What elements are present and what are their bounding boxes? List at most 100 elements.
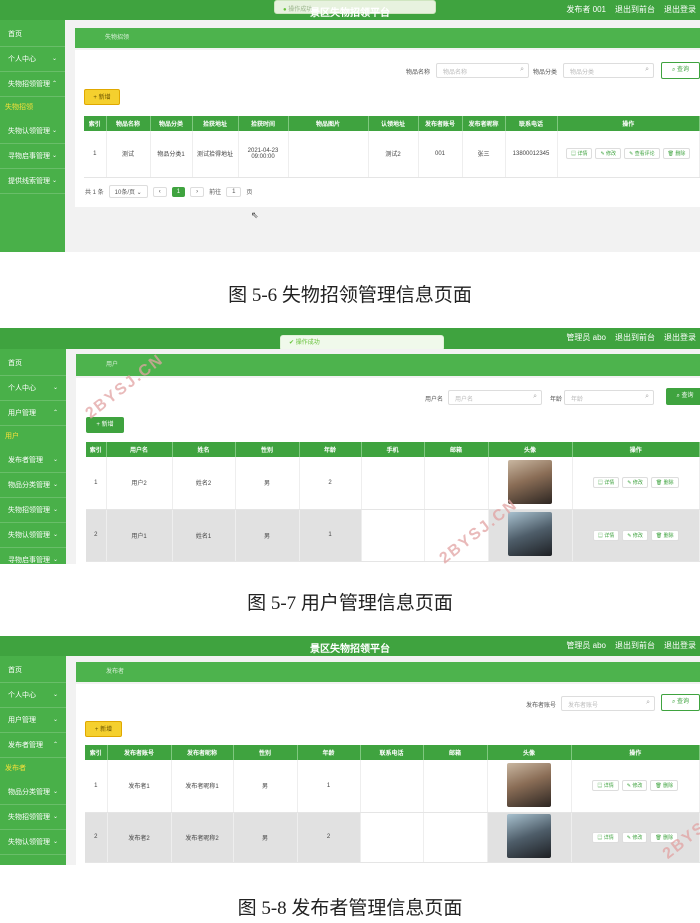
sidebar-item-home[interactable]: 首页 bbox=[0, 22, 65, 47]
avatar bbox=[508, 459, 552, 504]
delete-button[interactable]: 🗑 删除 bbox=[650, 477, 679, 489]
admin-name: 管理员 abo bbox=[566, 333, 606, 342]
check-circle-icon: ✔ bbox=[289, 340, 295, 346]
col-claim-address: 认领地址 bbox=[368, 116, 419, 131]
detail-button[interactable]: ▤ 详情 bbox=[592, 529, 620, 541]
logout-link[interactable]: 退出登录 bbox=[664, 4, 696, 15]
chevron-down-icon: ⌄ bbox=[52, 839, 58, 845]
delete-button[interactable]: 🗑 删除 bbox=[650, 529, 679, 541]
detail-button[interactable]: ▤ 详情 bbox=[592, 477, 620, 489]
item-name-input[interactable]: 物品名称 ⌕ bbox=[436, 63, 529, 78]
sidebar-item-lost-found[interactable]: 失物招领管理 ⌄ bbox=[0, 805, 66, 830]
sidebar-item-claim[interactable]: 失物认领管理 ⌄ bbox=[0, 119, 65, 144]
sidebar-item-lost-found[interactable]: 失物招领管理 ⌄ bbox=[0, 498, 66, 523]
publisher-account-input[interactable]: 发布者账号 ⌕ bbox=[561, 696, 655, 711]
prev-page-button[interactable]: ‹ bbox=[152, 186, 167, 197]
page-size-select[interactable]: 10条/页 ⌄ bbox=[108, 185, 148, 198]
next-page-button[interactable]: › bbox=[190, 186, 205, 197]
query-button[interactable]: ⌕ 查询 bbox=[666, 388, 700, 405]
cell-publisher-account: 001 bbox=[418, 131, 463, 178]
exit-to-front-link[interactable]: 退出到前台 bbox=[615, 640, 655, 651]
sidebar-item-profile[interactable]: 个人中心 ⌄ bbox=[0, 47, 65, 72]
logout-link[interactable]: 退出登录 bbox=[664, 332, 696, 343]
col-publisher-nickname: 发布者昵称 bbox=[462, 116, 506, 131]
sidebar-item-publishers[interactable]: 发布者管理 ⌄ bbox=[0, 448, 66, 473]
exit-to-front-link[interactable]: 退出到前台 bbox=[615, 4, 655, 15]
delete-button[interactable]: 🗑 删除 bbox=[662, 148, 691, 160]
col-sex: 性别 bbox=[235, 442, 300, 457]
goto-page-input[interactable]: 1 bbox=[226, 186, 242, 197]
main-area: 失物招领 物品名称 物品名称 ⌕ 物品分类 物品分类 ⌕ ⌕ 查询 + 新增 索引物… bbox=[65, 20, 700, 252]
delete-button[interactable]: 🗑 删除 bbox=[650, 780, 679, 792]
caption-fig-5-6: 图 5-6 失物招领管理信息页面 bbox=[228, 285, 472, 306]
edit-button[interactable]: ✎ 修改 bbox=[595, 148, 622, 160]
current-page-button[interactable]: 1 bbox=[171, 186, 186, 197]
detail-button[interactable]: ▤ 详情 bbox=[566, 148, 593, 160]
col-email: 邮箱 bbox=[424, 442, 489, 457]
sidebar-item-home[interactable]: 首页 bbox=[0, 658, 66, 683]
sidebar-item-categories[interactable]: 物品分类管理 ⌄ bbox=[0, 473, 66, 498]
logout-link[interactable]: 退出登录 bbox=[664, 640, 696, 651]
edit-button[interactable]: ✎ 修改 bbox=[621, 780, 648, 792]
sidebar-item-profile[interactable]: 个人中心 ⌄ bbox=[0, 376, 66, 401]
sidebar-item-claim[interactable]: 失物认领管理 ⌄ bbox=[0, 523, 66, 548]
cell-claim-address: 测试2 bbox=[368, 131, 419, 178]
col-publisher-nickname: 发布者昵称 bbox=[171, 745, 234, 760]
sidebar-item-profile[interactable]: 个人中心 ⌄ bbox=[0, 683, 66, 708]
page-unit-label: 页 bbox=[246, 190, 253, 196]
detail-button[interactable]: ▤ 详情 bbox=[592, 780, 619, 792]
view-comments-button[interactable]: ✎ 查看评论 bbox=[624, 148, 660, 160]
username-input[interactable]: 用户名 ⌕ bbox=[448, 390, 542, 405]
edit-button[interactable]: ✎ 修改 bbox=[621, 831, 648, 843]
sidebar-item-users[interactable]: 用户管理 ⌃ bbox=[0, 401, 66, 426]
col-phone: 联系电话 bbox=[360, 745, 424, 760]
breadcrumb: 失物招领 bbox=[75, 28, 700, 48]
edit-button[interactable]: ✎ 修改 bbox=[622, 529, 648, 541]
caption-fig-5-8: 图 5-8 发布者管理信息页面 bbox=[237, 898, 463, 919]
user-name: 发布者 001 bbox=[566, 5, 606, 14]
cursor-icon: ⇖ bbox=[251, 210, 259, 220]
add-button[interactable]: + 新增 bbox=[84, 89, 120, 105]
item-category-input[interactable]: 物品分类 ⌕ bbox=[563, 63, 654, 78]
chevron-down-icon: ⌄ bbox=[51, 56, 57, 62]
cell-item-image bbox=[288, 131, 369, 178]
sidebar-subitem-lost-found[interactable]: 失物招领 bbox=[0, 97, 65, 119]
sidebar-item-categories[interactable]: 物品分类管理 ⌄ bbox=[0, 780, 66, 805]
col-phone: 手机 bbox=[361, 442, 425, 457]
table-row: 1 发布者1 发布者昵称1 男 1 ▤ 详情 ✎ 修改 🗑 删除 bbox=[85, 760, 700, 813]
edit-button[interactable]: ✎ 修改 bbox=[622, 477, 648, 489]
detail-button[interactable]: ▤ 详情 bbox=[592, 831, 619, 843]
cell-index: 1 bbox=[84, 131, 107, 178]
sidebar-item-search-notice[interactable]: 寻物启事管理 ⌄ bbox=[0, 548, 66, 564]
exit-to-front-link[interactable]: 退出到前台 bbox=[615, 332, 655, 343]
sidebar-item-clue[interactable]: 提供线索管理 ⌄ bbox=[0, 169, 65, 194]
col-publisher-account: 发布者账号 bbox=[418, 116, 463, 131]
goto-label: 前往 bbox=[209, 190, 222, 196]
age-input[interactable]: 年龄 ⌕ bbox=[564, 390, 654, 405]
sidebar-item-home[interactable]: 首页 bbox=[0, 351, 66, 376]
query-button[interactable]: ⌕ 查询 bbox=[661, 694, 700, 711]
username-label: 用户名 bbox=[425, 397, 444, 403]
chevron-down-icon: ⌄ bbox=[52, 717, 58, 723]
admin-name: 管理员 abo bbox=[566, 641, 606, 650]
sidebar-item-lost-found[interactable]: 失物招领管理 ⌃ bbox=[0, 72, 65, 97]
sidebar-item-claim[interactable]: 失物认领管理 ⌄ bbox=[0, 830, 66, 855]
col-index: 索引 bbox=[86, 442, 107, 457]
chevron-down-icon: ⌄ bbox=[52, 457, 58, 463]
sidebar: 首页 个人中心 ⌄ 用户管理 ⌄ 发布者管理 ⌃ 发布者 物品分类管理 ⌄ 失物招领管理… bbox=[0, 656, 66, 865]
col-item-category: 物品分类 bbox=[150, 116, 193, 131]
chevron-down-icon: ⌄ bbox=[52, 814, 58, 820]
search-icon: ⌕ bbox=[671, 67, 676, 73]
sidebar-item-publishers[interactable]: 发布者管理 ⌃ bbox=[0, 733, 66, 758]
chevron-down-icon: ⌄ bbox=[52, 385, 58, 391]
sidebar-subitem-publishers[interactable]: 发布者 bbox=[0, 758, 66, 780]
chevron-down-icon: ⌄ bbox=[51, 128, 57, 134]
cell-pickup-time: 2021-04-23 09:00:00 bbox=[238, 131, 289, 178]
chevron-down-icon: ⌄ bbox=[52, 789, 58, 795]
sidebar-subitem-users[interactable]: 用户 bbox=[0, 426, 66, 448]
add-button[interactable]: + 新增 bbox=[85, 721, 122, 737]
sidebar-item-users[interactable]: 用户管理 ⌄ bbox=[0, 708, 66, 733]
col-item-image: 物品图片 bbox=[288, 116, 369, 131]
sidebar-item-search-notice[interactable]: 寻物启事管理 ⌄ bbox=[0, 144, 65, 169]
query-button[interactable]: ⌕ 查询 bbox=[661, 62, 700, 79]
